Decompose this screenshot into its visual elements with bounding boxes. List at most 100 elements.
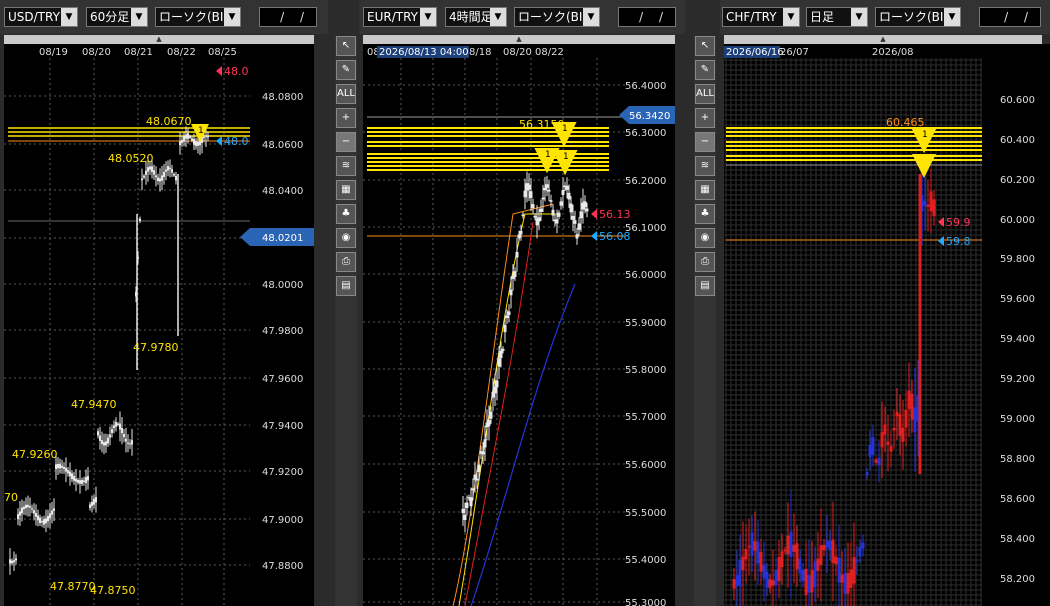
candle-body — [11, 560, 13, 564]
indicator-tool[interactable]: ≋ — [695, 156, 715, 176]
pair-select-value: USD/TRY — [8, 10, 60, 24]
x-axis-tick-label: 08/25 — [208, 47, 237, 58]
candle-body — [463, 514, 467, 521]
candle-body — [889, 445, 893, 452]
candle-body — [861, 542, 865, 549]
y-axis-tick-label: 58.400 — [1000, 534, 1035, 545]
zoom-in-tool[interactable]: + — [336, 108, 356, 128]
interval-select[interactable]: 4時間足 ▼ — [445, 7, 507, 27]
chart-type-select[interactable]: ローソク(BID) ▼ — [514, 7, 600, 27]
price-chart[interactable]: 08/19 08/20 08/21 08/22 08/25 48.0670 48.0520 4… — [4, 44, 314, 606]
x-axis-tick-label: 08/22 — [167, 47, 196, 58]
candle-body — [738, 560, 742, 587]
candle-body — [475, 478, 479, 481]
symbols-tool[interactable]: ♣ — [336, 204, 356, 224]
pen-tool[interactable]: ✎ — [336, 60, 356, 80]
chart-type-select[interactable]: ローソク(BID) ▼ — [875, 7, 961, 27]
y-axis-tick-label: 55.8000 — [625, 365, 666, 376]
pair-select[interactable]: CHF/TRY ▼ — [722, 7, 800, 27]
view-icon: ◉ — [341, 232, 351, 243]
erase-all-tool[interactable]: ALL — [695, 84, 715, 104]
pointer-tool[interactable]: ↖ — [695, 36, 715, 56]
date-input[interactable]: / / — [979, 7, 1041, 27]
candle-body — [843, 573, 847, 594]
candle-body — [195, 141, 197, 147]
price-chart[interactable]: 08 2026/08/13 04:00 8/18 08/20 08/22 56.3150 1… — [363, 44, 675, 606]
price-chart[interactable]: 2026/06/16 26/07 2026/08 60.465 1 59.9 59.8 60.… — [724, 44, 1050, 606]
candle-body — [13, 560, 15, 563]
interval-select-value: 日足 — [810, 10, 835, 24]
y-axis-tick-label: 47.9400 — [262, 421, 303, 432]
alert-arrow-label: 1 — [563, 152, 569, 162]
candle-body — [565, 185, 569, 190]
chart-type-select[interactable]: ローソク(BID) ▼ — [155, 7, 241, 27]
pointer-tool[interactable]: ↖ — [336, 36, 356, 56]
pair-select[interactable]: EUR/TRY ▼ — [363, 7, 437, 27]
candle-body — [569, 203, 573, 213]
zoom-in-tool[interactable]: + — [695, 108, 715, 128]
date-input-value: / / — [639, 10, 669, 24]
candle-body — [774, 570, 778, 586]
candle-body — [35, 512, 37, 517]
zoom-out-tool[interactable]: − — [695, 132, 715, 152]
pointer-icon: ↖ — [341, 40, 351, 51]
candle-body — [161, 175, 163, 181]
candle-body — [837, 557, 841, 583]
symbols-tool[interactable]: ♣ — [695, 204, 715, 224]
table-tool[interactable]: ▤ — [336, 276, 356, 296]
indicator-tool[interactable]: ≋ — [336, 156, 356, 176]
candle-body — [87, 476, 89, 481]
zoom-out-tool[interactable]: − — [336, 132, 356, 152]
data-tool[interactable]: ▦ — [336, 180, 356, 200]
view-icon: ◉ — [700, 232, 710, 243]
candle-body — [147, 167, 149, 172]
candle-body — [23, 506, 25, 510]
candle-body — [193, 138, 195, 145]
candle-body — [207, 135, 209, 138]
chevron-down-icon: ▼ — [61, 8, 77, 26]
candle-body — [549, 200, 553, 202]
candle-body — [828, 540, 832, 551]
y-axis-tick-label: 48.0600 — [262, 140, 303, 151]
date-input-value: / / — [280, 10, 310, 24]
print-tool[interactable]: ⎙ — [336, 252, 356, 272]
collapse-toggle[interactable]: ▲ — [4, 35, 314, 44]
chevron-down-icon: ▼ — [583, 8, 599, 26]
candle-body — [51, 510, 53, 515]
date-input[interactable]: / / — [259, 7, 317, 27]
candle-body — [81, 479, 83, 484]
candle-body — [559, 201, 563, 206]
candle-body — [744, 548, 748, 560]
candle-body — [741, 556, 745, 571]
pair-select[interactable]: USD/TRY ▼ — [4, 7, 78, 27]
table-tool[interactable]: ▤ — [695, 276, 715, 296]
collapse-toggle[interactable]: ▲ — [363, 35, 675, 44]
chevron-down-icon: ▼ — [851, 8, 867, 26]
chart-panel-eurtry: ↖ ✎ ALL + − ≋ ▦ ♣ ◉ ⎙ ▤ EUR/TRY ▼ 4時間足 ▼ ローソク(BID) ▼ … — [333, 0, 685, 606]
y-axis-tick-label: 47.9200 — [262, 467, 303, 478]
interval-select[interactable]: 日足 ▼ — [806, 7, 868, 27]
interval-select[interactable]: 60分足 ▼ — [86, 7, 148, 27]
y-axis-tick-label: 48.0800 — [262, 92, 303, 103]
candle-body — [85, 477, 87, 483]
erase-all-tool[interactable]: ALL — [336, 84, 356, 104]
moving-average-line — [458, 213, 559, 606]
candle-body — [898, 413, 902, 436]
view-tool[interactable]: ◉ — [695, 228, 715, 248]
candle-body — [113, 425, 115, 429]
y-axis-tick-label: 58.800 — [1000, 454, 1035, 465]
candle-body — [15, 558, 17, 561]
date-input[interactable]: / / — [618, 7, 676, 27]
print-icon: ⎙ — [701, 256, 709, 267]
candle-body — [115, 422, 117, 427]
candle-body — [846, 573, 850, 594]
moving-average-line — [464, 221, 534, 606]
view-tool[interactable]: ◉ — [336, 228, 356, 248]
collapse-toggle[interactable]: ▲ — [724, 35, 1042, 44]
data-tool[interactable]: ▦ — [695, 180, 715, 200]
print-tool[interactable]: ⎙ — [695, 252, 715, 272]
symbols-icon: ♣ — [341, 208, 351, 219]
pen-tool[interactable]: ✎ — [695, 60, 715, 80]
candle-body — [469, 497, 473, 507]
candle-body — [477, 464, 481, 472]
